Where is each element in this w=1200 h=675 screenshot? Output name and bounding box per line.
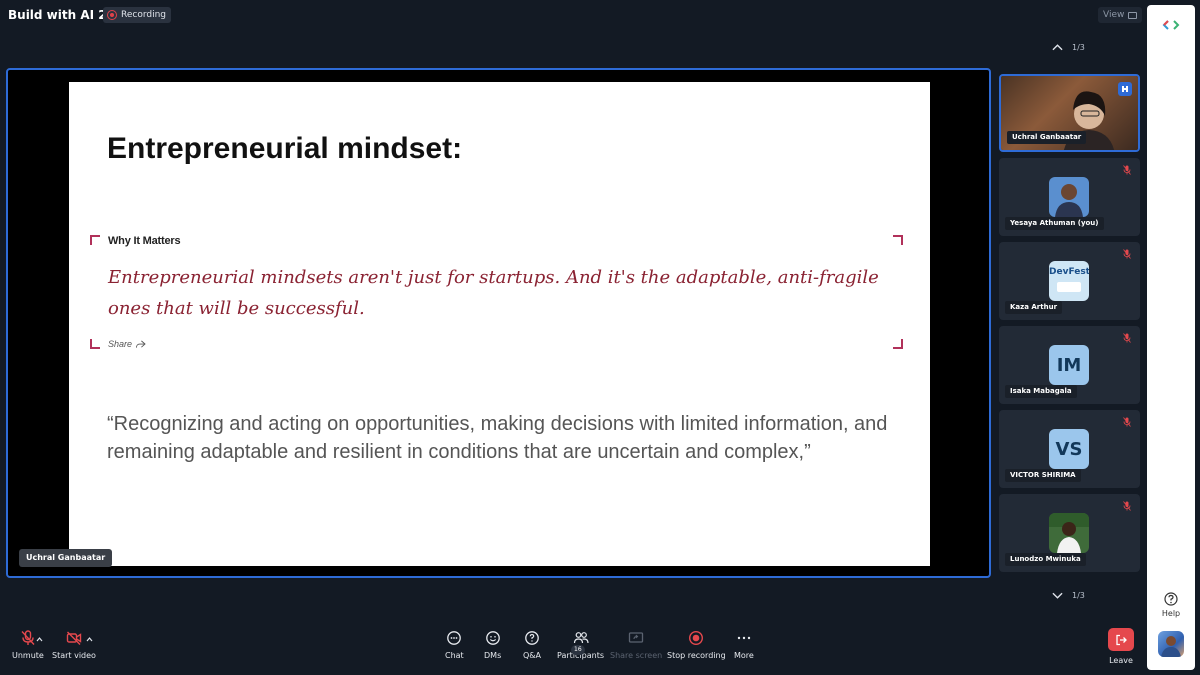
spotlight-badge: [1118, 82, 1132, 96]
why-it-matters-label: Why It Matters: [108, 235, 181, 247]
unmute-button[interactable]: Unmute: [12, 630, 44, 660]
emoji-face-icon: [485, 631, 500, 645]
participant-avatar: [1049, 513, 1089, 553]
record-stop-icon: [689, 630, 704, 646]
participant-name: Uchral Ganbaatar: [1007, 131, 1087, 144]
chat-button[interactable]: Chat: [445, 630, 464, 660]
corner-bracket: [90, 339, 100, 349]
question-bubble-icon: [525, 631, 539, 645]
presenter-name-tag: Uchral Ganbaatar: [19, 549, 113, 567]
audio-options-caret-icon[interactable]: [36, 637, 43, 642]
view-label: View: [1103, 10, 1125, 20]
people-icon: [573, 632, 589, 644]
presentation-slide: Entrepreneurial mindset: Why It Matters …: [69, 82, 930, 566]
profile-avatar[interactable]: [1158, 631, 1184, 657]
leave-label: Leave: [1109, 656, 1133, 665]
unmute-label: Unmute: [12, 651, 44, 660]
participant-tile[interactable]: Uchral Ganbaatar: [999, 74, 1140, 152]
mic-muted-icon: [1123, 417, 1131, 427]
grid-view-icon: [1128, 11, 1138, 19]
chevron-up-icon: [1052, 44, 1063, 51]
stop-recording-button[interactable]: Stop recording: [667, 630, 726, 660]
camera-off-icon: [66, 631, 82, 645]
dms-label: DMs: [484, 651, 502, 660]
corner-bracket: [90, 235, 100, 245]
recording-label: Recording: [121, 10, 167, 20]
apps-sidebar: Help: [1147, 5, 1195, 670]
gallery-pager-up[interactable]: 1/3: [1052, 43, 1085, 52]
page-indicator: 1/3: [1072, 43, 1085, 52]
leave-button[interactable]: Leave: [1108, 628, 1134, 665]
chat-label: Chat: [445, 651, 464, 660]
corner-bracket: [893, 339, 903, 349]
participant-initials: IM: [1049, 345, 1089, 385]
share-screen-button[interactable]: Share screen: [610, 630, 662, 660]
body-quote: “Recognizing and acting on opportunities…: [107, 413, 888, 463]
participant-avatar: [1049, 177, 1089, 217]
participant-tile[interactable]: Yesaya Athuman (you): [999, 158, 1140, 236]
stop-recording-label: Stop recording: [667, 651, 726, 660]
slide-title: Entrepreneurial mindset:: [107, 132, 463, 165]
participant-count-badge: 16: [571, 645, 585, 655]
share-arrow-icon: [136, 340, 146, 348]
page-indicator: 1/3: [1072, 591, 1085, 600]
qa-label: Q&A: [523, 651, 542, 660]
participant-name: Lunodzo Mwinuka: [1005, 553, 1086, 566]
participant-name: Kaza Arthur: [1005, 301, 1063, 314]
recording-badge[interactable]: Recording: [103, 7, 172, 23]
help-icon: [1164, 592, 1178, 606]
code-brackets-logo-icon[interactable]: [1162, 19, 1180, 31]
dms-button[interactable]: DMs: [484, 630, 501, 660]
mic-muted-icon: [1123, 501, 1131, 511]
mic-muted-icon: [1123, 165, 1131, 175]
view-button[interactable]: View: [1098, 7, 1143, 23]
pull-quote: Entrepreneurial mindsets aren't just for…: [108, 267, 879, 319]
start-video-label: Start video: [52, 651, 96, 660]
share-link: Share: [108, 339, 146, 349]
video-options-caret-icon[interactable]: [86, 637, 93, 642]
share-screen-label: Share screen: [610, 651, 663, 660]
participant-name: Yesaya Athuman (you): [1005, 217, 1104, 230]
help-label: Help: [1161, 609, 1181, 618]
shared-screen[interactable]: Entrepreneurial mindset: Why It Matters …: [6, 68, 991, 578]
corner-bracket: [893, 235, 903, 245]
participant-avatar: DevFest: [1049, 261, 1089, 301]
more-button[interactable]: More: [734, 630, 754, 660]
mic-muted-icon: [1123, 249, 1131, 259]
chat-bubble-icon: [447, 631, 462, 645]
share-screen-icon: [628, 632, 644, 643]
participant-name: VICTOR SHIRIMA: [1005, 469, 1081, 482]
leave-door-icon: [1108, 628, 1134, 651]
chevron-down-icon: [1052, 592, 1063, 599]
participant-initials: VS: [1049, 429, 1089, 469]
spotlight-icon: [1122, 86, 1128, 92]
more-label: More: [734, 651, 754, 660]
qa-button[interactable]: Q&A: [523, 630, 541, 660]
more-dots-icon: [737, 636, 751, 640]
participant-tile[interactable]: IM Isaka Mabagala: [999, 326, 1140, 404]
record-icon: [107, 10, 117, 20]
participant-tile[interactable]: Lunodzo Mwinuka: [999, 494, 1140, 572]
participant-tile[interactable]: DevFest Kaza Arthur: [999, 242, 1140, 320]
mic-muted-icon: [21, 630, 35, 645]
gallery-pager-down[interactable]: 1/3: [1052, 591, 1085, 600]
participant-name: Isaka Mabagala: [1005, 385, 1077, 398]
mic-muted-icon: [1123, 333, 1131, 343]
devfest-logo-text: DevFest: [1049, 267, 1089, 277]
share-label: Share: [108, 339, 133, 349]
participant-tile[interactable]: VS VICTOR SHIRIMA: [999, 410, 1140, 488]
help-button[interactable]: Help: [1155, 592, 1187, 618]
start-video-button[interactable]: Start video: [52, 630, 96, 660]
